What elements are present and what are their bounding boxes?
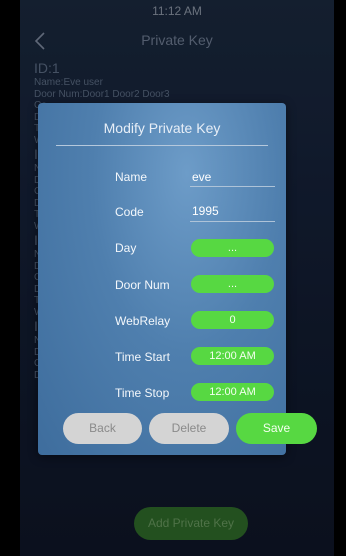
day-label: Day [115, 241, 137, 255]
webrelay-select-button[interactable]: 0 [191, 311, 274, 329]
code-field[interactable]: 1995 [192, 204, 274, 218]
modify-private-key-dialog: Modify Private Key Name eve Code 1995 Da… [38, 103, 317, 455]
time-start-label: Time Start [115, 350, 170, 364]
webrelay-label: WebRelay [115, 314, 171, 328]
name-field[interactable]: eve [192, 170, 274, 184]
time-stop-picker[interactable]: 12:00 AM [191, 383, 274, 401]
time-start-picker[interactable]: 12:00 AM [191, 347, 274, 365]
save-button[interactable]: Save [236, 413, 317, 444]
door-num-select-button[interactable]: ... [191, 275, 274, 293]
dialog-title: Modify Private Key [103, 120, 221, 136]
door-num-label: Door Num [115, 278, 170, 292]
back-button[interactable]: Back [63, 413, 142, 444]
name-underline [190, 186, 275, 187]
day-select-button[interactable]: ... [191, 239, 274, 257]
time-stop-label: Time Stop [115, 386, 170, 400]
code-label: Code [115, 205, 144, 219]
divider [56, 145, 268, 146]
delete-button[interactable]: Delete [149, 413, 229, 444]
code-underline [190, 221, 275, 222]
name-label: Name [115, 170, 148, 184]
